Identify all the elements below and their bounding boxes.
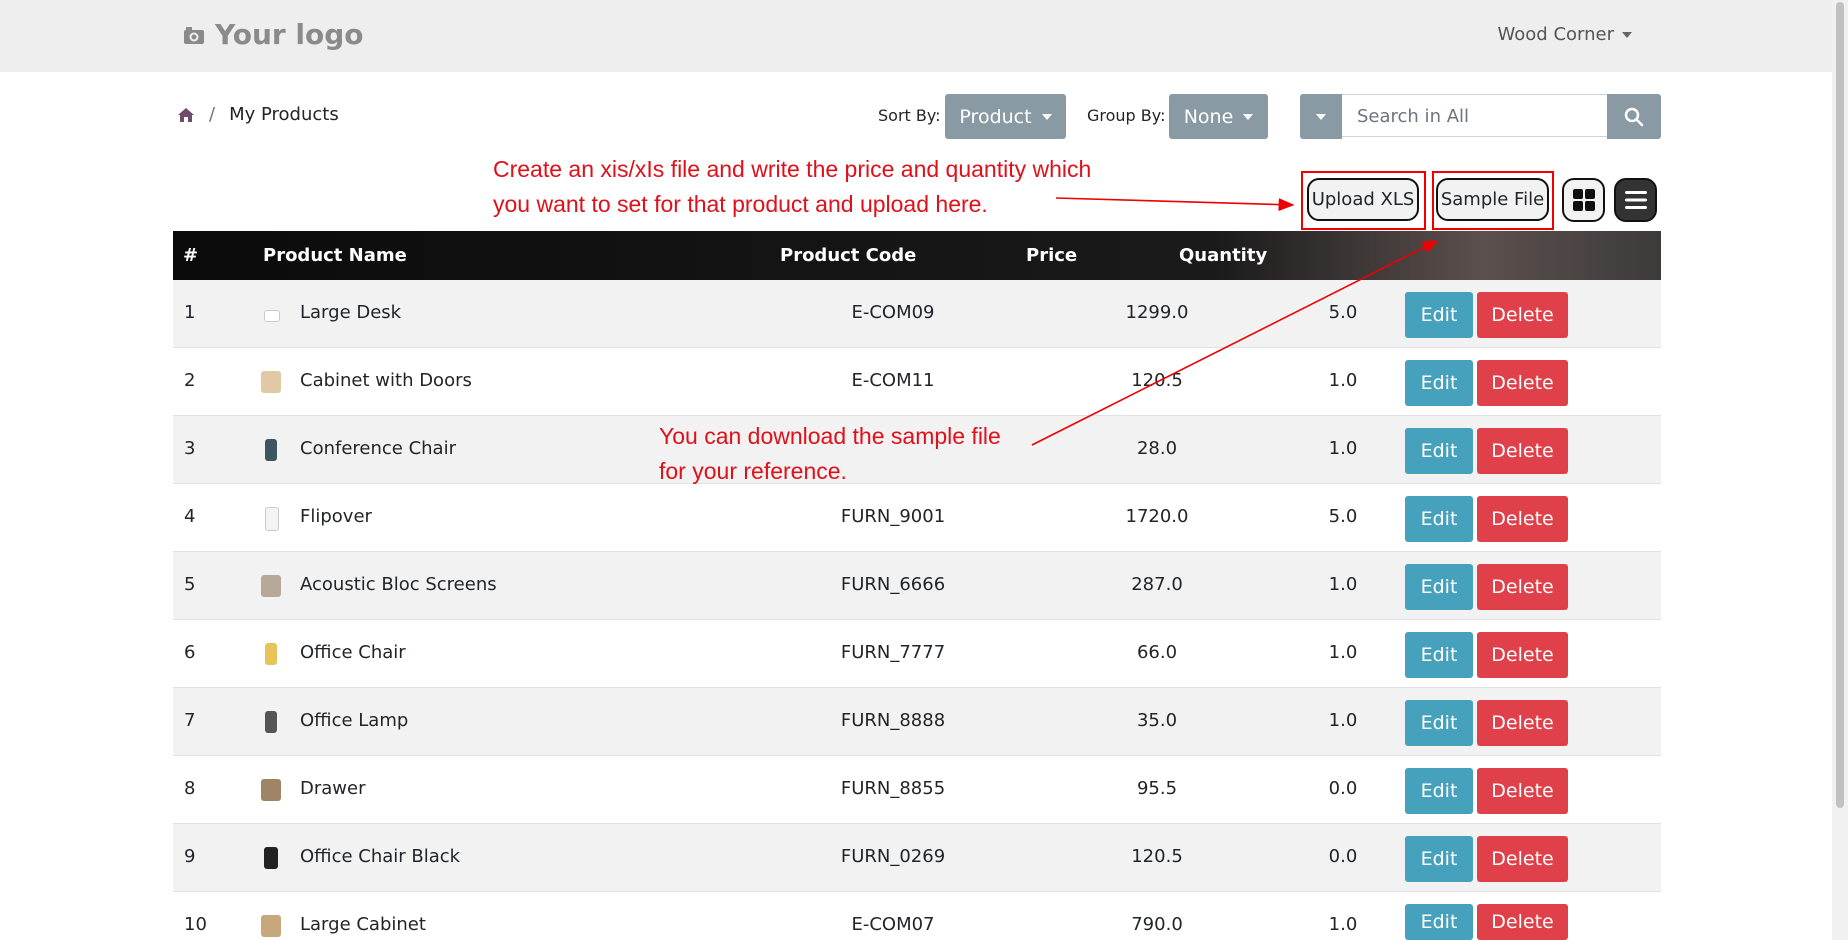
upload-arrow [1055, 197, 1295, 211]
sample-arrow [1031, 240, 1439, 446]
annotation-arrows [1031, 197, 1439, 446]
